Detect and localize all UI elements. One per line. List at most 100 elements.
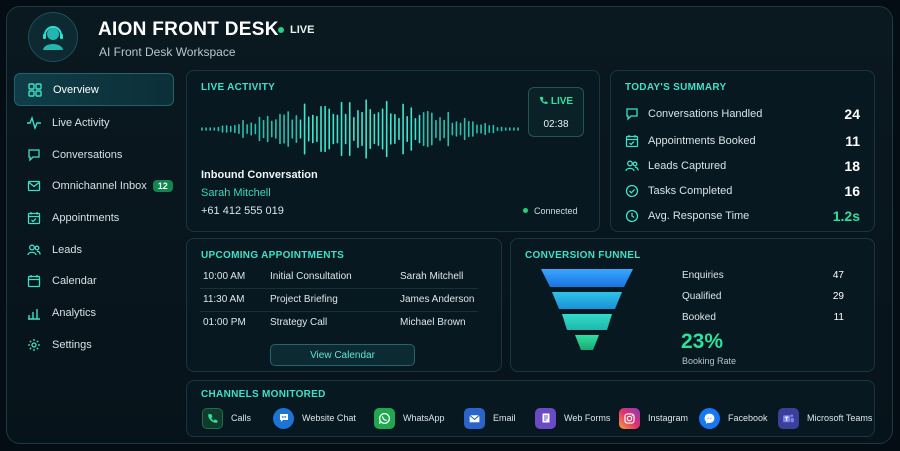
channel-whatsapp[interactable]: WhatsApp xyxy=(374,407,445,429)
pulse-icon xyxy=(26,115,42,131)
summary-label: Conversations Handled xyxy=(648,108,763,120)
live-status-label: LIVE xyxy=(290,24,315,36)
audio-waveform xyxy=(201,99,519,159)
appointment-type: Strategy Call xyxy=(270,317,328,328)
workspace-subtitle: AI Front Desk Workspace xyxy=(99,45,236,59)
summary-title: TODAY'S SUMMARY xyxy=(625,82,727,93)
channel-label: Calls xyxy=(231,413,252,423)
view-calendar-button[interactable]: View Calendar xyxy=(270,344,415,366)
sidebar-item-overview[interactable]: Overview xyxy=(14,73,174,106)
channel-calls[interactable]: Calls xyxy=(202,407,251,429)
form-icon xyxy=(535,407,556,429)
summary-value: 11 xyxy=(845,133,860,149)
appointment-row[interactable]: 11:30 AM Project Briefing James Anderson xyxy=(200,289,478,312)
calendar-check-icon xyxy=(26,210,42,226)
channel-label: Facebook xyxy=(728,413,768,423)
sidebar-item-calendar[interactable]: Calendar xyxy=(14,265,174,297)
email-icon xyxy=(464,407,485,429)
appointment-row[interactable]: 01:00 PM Strategy Call Michael Brown xyxy=(200,312,478,335)
sidebar-item-label: Conversations xyxy=(52,148,123,161)
booking-rate-value: 23% xyxy=(681,330,724,353)
channel-email[interactable]: Email xyxy=(464,407,516,429)
channel-label: Email xyxy=(493,413,516,423)
appointment-client: James Anderson xyxy=(400,294,475,305)
funnel-stage-booked xyxy=(562,314,612,330)
summary-value: 18 xyxy=(844,158,860,174)
inbox-count-badge: 12 xyxy=(152,180,173,193)
summary-row-conversations: Conversations Handled 24 xyxy=(624,104,860,124)
sidebar-item-label: Live Activity xyxy=(52,116,110,129)
sidebar-item-label: Omnichannel Inbox xyxy=(52,180,147,193)
sidebar-item-label: Leads xyxy=(52,243,82,256)
live-call-indicator: LIVE 02:38 xyxy=(528,87,584,137)
appointment-time: 01:00 PM xyxy=(203,317,246,328)
summary-row-tasks: Tasks Completed 16 xyxy=(624,181,860,201)
calendar-icon xyxy=(26,273,42,289)
chat-icon xyxy=(273,407,294,429)
summary-value: 1.2s xyxy=(832,208,860,224)
check-circle-icon xyxy=(624,183,640,199)
phone-icon xyxy=(539,96,548,104)
headset-agent-icon xyxy=(28,12,78,62)
funnel-title: CONVERSION FUNNEL xyxy=(525,250,641,261)
sidebar-item-analytics[interactable]: Analytics xyxy=(14,297,174,329)
sidebar-item-live-activity[interactable]: Live Activity xyxy=(14,107,174,139)
sidebar-item-conversations[interactable]: Conversations xyxy=(14,139,174,171)
funnel-stage-label: Enquiries xyxy=(682,270,724,281)
sidebar-item-label: Calendar xyxy=(52,275,97,288)
caller-name[interactable]: Sarah Mitchell xyxy=(201,187,271,199)
app-title: AION FRONT DESK xyxy=(98,19,279,40)
calendar-check-icon xyxy=(624,133,640,149)
summary-label: Avg. Response Time xyxy=(648,210,750,222)
sidebar-item-appointments[interactable]: Appointments xyxy=(14,202,174,234)
call-timer: 02:38 xyxy=(543,119,569,130)
appointment-client: Sarah Mitchell xyxy=(400,271,464,282)
summary-row-response-time: Avg. Response Time 1.2s xyxy=(624,206,860,226)
users-icon xyxy=(26,242,42,258)
appointments-title: UPCOMING APPOINTMENTS xyxy=(201,250,345,261)
summary-label: Appointments Booked xyxy=(648,135,756,147)
conversation-type: Inbound Conversation xyxy=(201,169,318,181)
channel-label: Web Forms xyxy=(564,413,611,423)
messenger-icon xyxy=(699,407,720,429)
phone-icon xyxy=(202,407,223,429)
connection-status: Connected xyxy=(534,206,578,216)
sidebar-item-leads[interactable]: Leads xyxy=(14,234,174,266)
funnel-stage-qualified xyxy=(552,292,622,309)
funnel-stage-tip xyxy=(575,335,599,350)
channel-web-forms[interactable]: Web Forms xyxy=(535,407,610,429)
users-icon xyxy=(624,158,640,174)
appointment-type: Project Briefing xyxy=(270,294,338,305)
funnel-stage-value: 11 xyxy=(833,312,844,323)
sidebar-item-settings[interactable]: Settings xyxy=(14,329,174,361)
appointment-client: Michael Brown xyxy=(400,317,466,328)
gear-icon xyxy=(26,337,42,353)
summary-label: Leads Captured xyxy=(648,160,727,172)
sidebar-item-label: Settings xyxy=(52,338,92,351)
live-status-dot xyxy=(278,27,284,33)
caller-phone: +61 412 555 019 xyxy=(201,205,284,217)
channel-instagram[interactable]: Instagram xyxy=(619,407,688,429)
appointment-row[interactable]: 10:00 AM Initial Consultation Sarah Mitc… xyxy=(200,266,478,289)
channel-microsoft-teams[interactable]: Microsoft Teams xyxy=(778,407,872,429)
summary-label: Tasks Completed xyxy=(648,185,733,197)
channel-website-chat[interactable]: Website Chat xyxy=(273,407,356,429)
funnel-stage-enquiries xyxy=(541,269,633,287)
booking-rate-label: Booking Rate xyxy=(682,356,737,366)
summary-value: 16 xyxy=(844,183,860,199)
instagram-icon xyxy=(619,407,640,429)
grid-icon xyxy=(27,82,43,98)
channels-title: CHANNELS MONITORED xyxy=(201,389,326,400)
channel-label: WhatsApp xyxy=(403,413,445,423)
funnel-stage-label: Booked xyxy=(682,312,716,323)
summary-row-leads: Leads Captured 18 xyxy=(624,156,860,176)
sidebar-item-label: Overview xyxy=(53,83,99,96)
connection-status-dot xyxy=(523,208,528,213)
chat-bubble-icon xyxy=(624,106,640,122)
funnel-stage-label: Qualified xyxy=(682,291,722,302)
channel-facebook[interactable]: Facebook xyxy=(699,407,768,429)
sidebar-item-omnichannel-inbox[interactable]: Omnichannel Inbox 12 xyxy=(14,170,174,202)
sidebar-item-label: Appointments xyxy=(52,211,120,224)
funnel-stage-value: 47 xyxy=(832,270,844,281)
channel-label: Microsoft Teams xyxy=(807,413,873,423)
